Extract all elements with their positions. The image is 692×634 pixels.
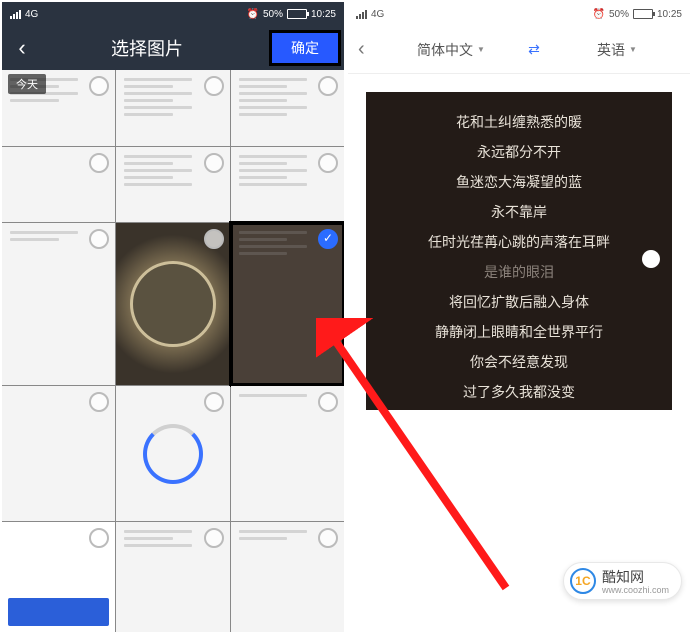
lyric-line-dim: 是谁的眼泪 — [484, 262, 554, 282]
lyric-line: 任时光荏苒心跳的声落在耳畔 — [428, 232, 610, 252]
lyrics-panel: 花和土纠缠熟悉的暖 永远都分不开 鱼迷恋大海凝望的蓝 永不靠岸 任时光荏苒心跳的… — [366, 92, 672, 410]
thumb[interactable] — [2, 147, 115, 223]
check-icon[interactable] — [204, 76, 224, 96]
handle-dot[interactable] — [642, 250, 660, 268]
swap-icon[interactable]: ⇄ — [514, 41, 554, 58]
image-grid — [2, 70, 344, 632]
check-icon[interactable] — [204, 392, 224, 412]
lang-from[interactable]: 简体中文▼ — [388, 40, 514, 60]
back-button[interactable]: ‹ — [358, 38, 388, 61]
battery-icon — [287, 9, 307, 19]
alarm-icon: ⏰ — [247, 9, 259, 20]
lang-to[interactable]: 英语▼ — [554, 40, 680, 60]
network-label: 4G — [371, 9, 384, 20]
lyric-line: 花和土纠缠熟悉的暖 — [456, 112, 582, 132]
check-icon[interactable] — [204, 153, 224, 173]
thumb[interactable] — [2, 223, 115, 385]
thumb-portrait[interactable] — [116, 223, 229, 385]
picker-header: ‹ 选择图片 确定 — [2, 26, 344, 70]
watermark: 1C 酷知网 www.coozhi.com — [563, 562, 682, 600]
date-label: 今天 — [8, 74, 46, 94]
check-icon[interactable] — [89, 528, 109, 548]
chevron-down-icon: ▼ — [629, 45, 637, 54]
network-label: 4G — [25, 9, 38, 20]
status-bar: 4G ⏰ 50% 10:25 — [2, 2, 344, 26]
thumb[interactable] — [2, 386, 115, 522]
signal-icon — [356, 10, 367, 19]
translate-header: ‹ 简体中文▼ ⇄ 英语▼ — [348, 26, 690, 74]
battery-pct: 50% — [263, 9, 283, 20]
clock: 10:25 — [311, 9, 336, 20]
check-icon[interactable] — [89, 153, 109, 173]
watermark-name: 酷知网 — [602, 569, 644, 585]
signal-icon — [10, 10, 21, 19]
picker-title: 选择图片 — [22, 35, 272, 61]
status-bar: 4G ⏰ 50% 10:25 — [348, 2, 690, 26]
chevron-down-icon: ▼ — [477, 45, 485, 54]
phone-right: 4G ⏰ 50% 10:25 ‹ 简体中文▼ ⇄ 英语▼ 花和土纠缠熟悉的暖 永… — [348, 2, 690, 632]
lyric-line: 永远都分不开 — [477, 142, 561, 162]
thumb[interactable] — [116, 522, 229, 632]
thumb[interactable] — [231, 70, 344, 146]
thumb[interactable] — [231, 386, 344, 522]
check-icon[interactable] — [318, 153, 338, 173]
lyric-line: 你会不经意发现 — [470, 352, 568, 372]
thumb[interactable] — [116, 70, 229, 146]
watermark-logo: 1C — [570, 568, 596, 594]
thumb-selected[interactable] — [231, 223, 344, 385]
confirm-button[interactable]: 确定 — [272, 33, 338, 63]
alarm-icon: ⏰ — [593, 9, 605, 20]
thumb[interactable] — [116, 147, 229, 223]
thumb[interactable] — [231, 522, 344, 632]
lyric-line: 过了多久我都没变 — [463, 382, 575, 402]
thumb[interactable] — [231, 147, 344, 223]
lyric-line: 将回忆扩散后融入身体 — [449, 292, 589, 312]
phone-left: 4G ⏰ 50% 10:25 ‹ 选择图片 确定 今天 — [2, 2, 344, 632]
battery-pct: 50% — [609, 9, 629, 20]
watermark-url: www.coozhi.com — [602, 585, 669, 595]
check-icon[interactable] — [318, 392, 338, 412]
check-icon[interactable] — [318, 76, 338, 96]
lyric-line: 静静闭上眼睛和全世界平行 — [435, 322, 603, 342]
thumb[interactable] — [116, 386, 229, 522]
check-icon[interactable] — [89, 392, 109, 412]
thumb[interactable] — [2, 522, 115, 632]
check-icon[interactable] — [204, 528, 224, 548]
check-icon[interactable] — [204, 229, 224, 249]
battery-icon — [633, 9, 653, 19]
lyric-line: 永不靠岸 — [491, 202, 547, 222]
clock: 10:25 — [657, 9, 682, 20]
lyric-line: 鱼迷恋大海凝望的蓝 — [456, 172, 582, 192]
